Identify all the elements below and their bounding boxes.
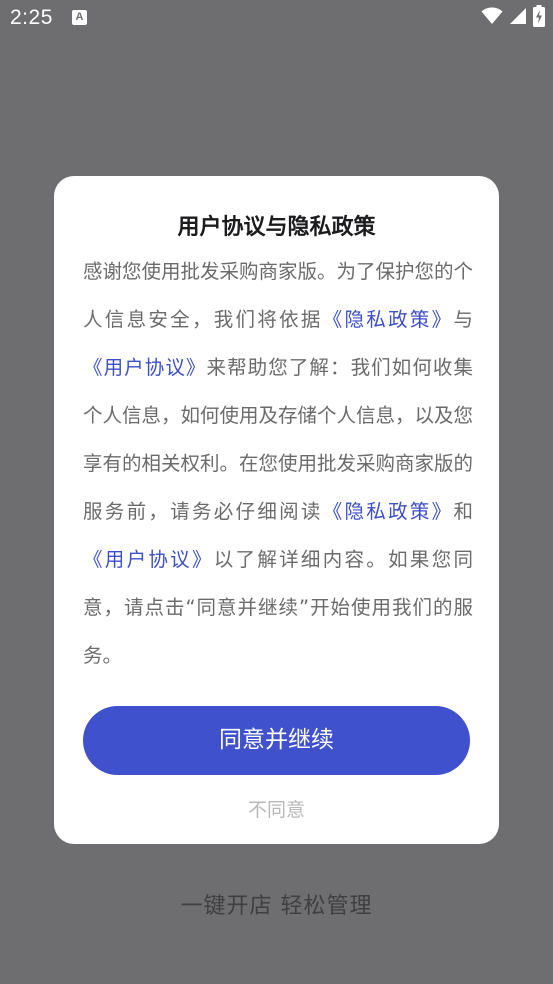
wifi-icon [481, 7, 503, 29]
disagree-button[interactable]: 不同意 [54, 795, 499, 822]
cellular-signal-icon [509, 7, 527, 29]
privacy-dialog: 用户协议与隐私政策 感谢您使用批发采购商家版。为了保护您的个人信息安全，我们将依… [54, 176, 499, 844]
privacy-policy-link[interactable]: 《隐私政策》 [323, 308, 454, 331]
status-icons [481, 5, 545, 31]
status-bar: 2:25 A [0, 0, 553, 36]
user-agreement-link[interactable]: 《用户协议》 [83, 356, 207, 379]
battery-charging-icon [533, 5, 545, 31]
body-text: 来帮助您了解：我们如何收集个人信息，如何使用及存储个人信息，以及您享有的相关权利… [83, 356, 474, 523]
body-text: 和 [453, 500, 473, 523]
agree-and-continue-button[interactable]: 同意并继续 [83, 706, 470, 775]
notification-icon: A [72, 10, 87, 25]
background-tagline: 一键开店 轻松管理 [180, 894, 373, 919]
user-agreement-link[interactable]: 《用户协议》 [83, 548, 214, 571]
privacy-policy-link[interactable]: 《隐私政策》 [323, 500, 454, 523]
dialog-body: 感谢您使用批发采购商家版。为了保护您的个人信息安全，我们将依据《隐私政策》与《用… [83, 248, 473, 680]
body-text: 与 [453, 308, 473, 331]
dialog-title: 用户协议与隐私政策 [177, 215, 376, 240]
status-time: 2:25 [10, 6, 53, 29]
